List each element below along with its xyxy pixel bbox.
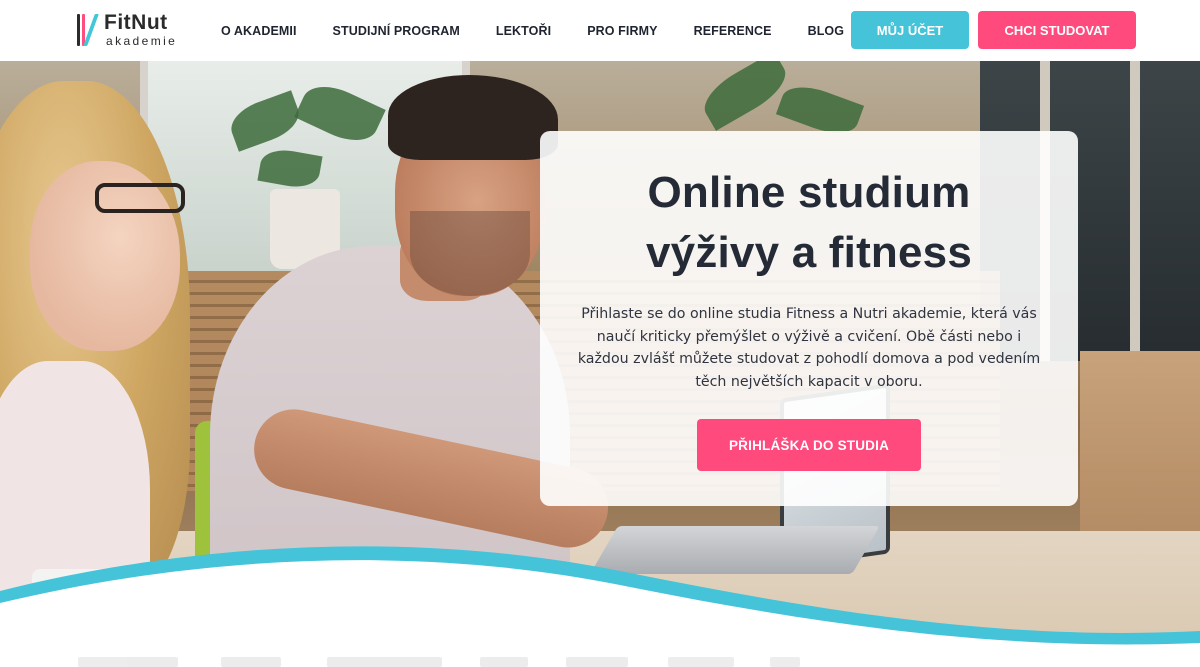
site-header: FitNut akademie O AKADEMII STUDIJNÍ PROG…: [0, 0, 1200, 61]
logo-subtitle: akademie: [106, 34, 178, 48]
logo-name: FitNut: [104, 11, 168, 34]
hero-title-line-2: výživy a fitness: [645, 228, 973, 277]
nav-item-o-akademii[interactable]: O AKADEMII: [221, 24, 297, 38]
hero-description: Přihlaste se do online studia Fitness a …: [577, 306, 1041, 390]
sticky-header-ghost: [0, 640, 1200, 667]
nav-item-studijni-program[interactable]: STUDIJNÍ PROGRAM: [333, 24, 460, 38]
nav-item-blog[interactable]: BLOG: [808, 24, 845, 38]
hero-title-line-1: Online studium: [647, 168, 971, 217]
nav-item-lektori[interactable]: LEKTOŘI: [496, 24, 551, 38]
page: FitNut akademie O AKADEMII STUDIJNÍ PROG…: [0, 0, 1200, 667]
want-to-study-button[interactable]: CHCI STUDOVAT: [978, 11, 1136, 49]
hero-title: Online studium výživy a fitness: [540, 163, 1078, 283]
main-nav: O AKADEMII STUDIJNÍ PROGRAM LEKTOŘI PRO …: [221, 0, 880, 61]
hero-card: Online studium výživy a fitness Přihlast…: [540, 131, 1078, 506]
nav-item-pro-firmy[interactable]: PRO FIRMY: [587, 24, 657, 38]
nav-item-reference[interactable]: REFERENCE: [694, 24, 772, 38]
my-account-button[interactable]: MŮJ ÚČET: [851, 11, 969, 49]
logo[interactable]: FitNut akademie: [76, 11, 186, 50]
application-button[interactable]: PŘIHLÁŠKA DO STUDIA: [697, 419, 921, 471]
fitnut-logo-icon: [76, 12, 104, 48]
